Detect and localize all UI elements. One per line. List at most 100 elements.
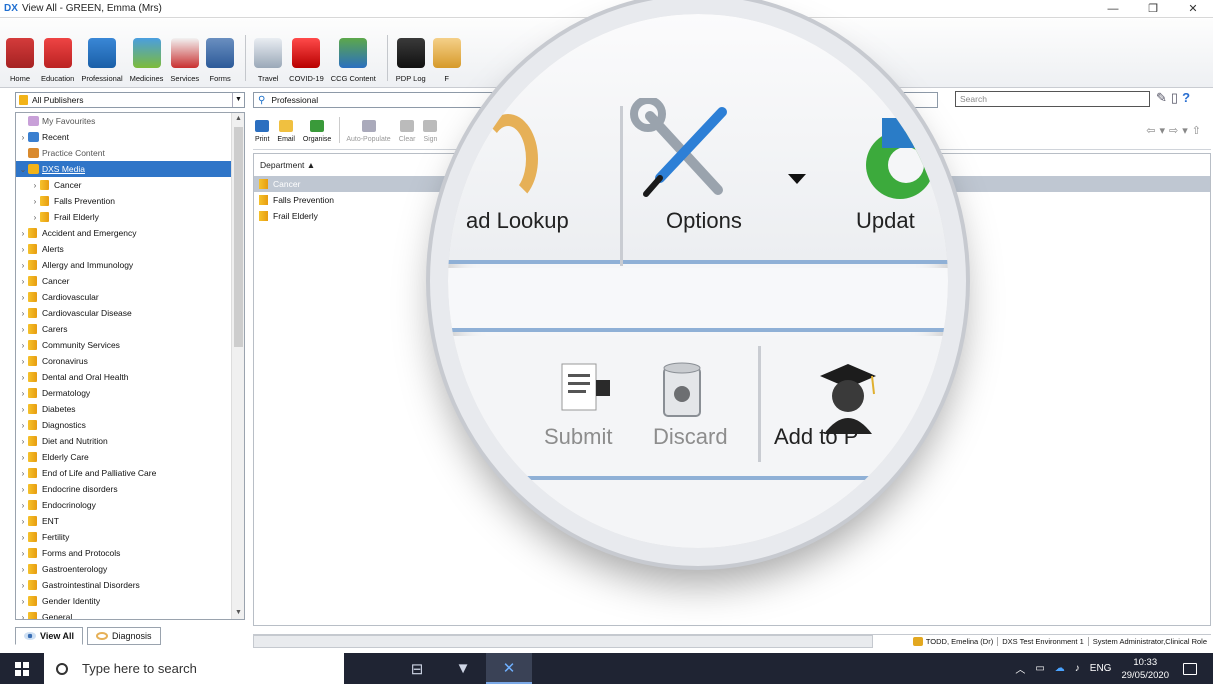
bookmark-icon[interactable]: ✎ <box>1156 90 1167 106</box>
tree-item[interactable]: › Frail Elderly <box>16 209 244 225</box>
expand-arrow-icon[interactable]: › <box>30 213 40 222</box>
up-arrow-icon[interactable]: ⇧ <box>1192 125 1205 137</box>
language-indicator[interactable]: ENG <box>1090 663 1112 674</box>
tree-item[interactable]: › Elderly Care <box>16 449 244 465</box>
tree-item[interactable]: › Gastroenterology <box>16 561 244 577</box>
tree-item[interactable]: › Alerts <box>16 241 244 257</box>
expand-arrow-icon[interactable]: › <box>30 181 40 190</box>
tree-item[interactable]: › Cardiovascular Disease <box>16 305 244 321</box>
minimize-button[interactable]: — <box>1093 0 1133 18</box>
tree-item[interactable]: › Fertility <box>16 529 244 545</box>
toolbar-forms-button[interactable]: Forms <box>206 38 235 87</box>
expand-arrow-icon[interactable]: › <box>18 565 28 574</box>
expand-arrow-icon[interactable]: › <box>18 261 28 270</box>
task-view-icon[interactable]: ⊟ <box>394 653 440 684</box>
tree-item[interactable]: › Dental and Oral Health <box>16 369 244 385</box>
auto-populate-button[interactable]: Auto-Populate <box>346 120 391 149</box>
chevron-down-icon[interactable]: ▼ <box>232 93 244 107</box>
clock[interactable]: 10:33 29/05/2020 <box>1121 656 1169 682</box>
tree-item[interactable]: › General <box>16 609 244 620</box>
toolbar-education-button[interactable]: Education <box>41 38 74 87</box>
tree-item[interactable]: › Gastrointestinal Disorders <box>16 577 244 593</box>
expand-arrow-icon[interactable]: › <box>18 501 28 510</box>
options-dropdown-icon[interactable] <box>788 174 806 184</box>
expand-arrow-icon[interactable]: ⌄ <box>18 165 28 174</box>
tree-item[interactable]: › Allergy and Immunology <box>16 257 244 273</box>
toolbar-services-button[interactable]: Services <box>170 38 199 87</box>
tree-item[interactable]: › Carers <box>16 321 244 337</box>
expand-arrow-icon[interactable]: › <box>18 373 28 382</box>
dxs-taskbar-icon[interactable]: ✕ <box>486 653 532 684</box>
tray-expand-icon[interactable]: ︿ <box>1015 661 1025 676</box>
tab-view-all[interactable]: View All <box>15 627 84 645</box>
expand-arrow-icon[interactable]: › <box>18 309 28 318</box>
tree-item[interactable]: › Diet and Nutrition <box>16 433 244 449</box>
tree-item[interactable]: › Coronavirus <box>16 353 244 369</box>
magnified-options-label[interactable]: Options <box>666 208 742 234</box>
expand-arrow-icon[interactable]: › <box>18 389 28 398</box>
close-button[interactable]: ✕ <box>1173 0 1213 18</box>
forward-arrow-icon[interactable]: ⇨▾ <box>1169 125 1192 137</box>
volume-icon[interactable]: ♪ <box>1075 663 1080 674</box>
toolbar-medicines-button[interactable]: Medicines <box>130 38 163 87</box>
expand-arrow-icon[interactable]: › <box>18 229 28 238</box>
sign-button[interactable]: Sign <box>423 120 437 149</box>
toolbar-ccg-content-button[interactable]: CCG Content <box>331 38 376 87</box>
tree-scrollbar[interactable]: ▲ ▼ <box>231 113 244 619</box>
expand-arrow-icon[interactable]: › <box>18 293 28 302</box>
toolbar-professional-button[interactable]: Professional <box>81 38 123 87</box>
tree-item[interactable]: › Accident and Emergency <box>16 225 244 241</box>
tree-item[interactable]: › Endocrinology <box>16 497 244 513</box>
notification-icon[interactable] <box>1183 662 1197 675</box>
publisher-select[interactable]: All Publishers ▼ <box>15 92 245 108</box>
tree-item[interactable]: › End of Life and Palliative Care <box>16 465 244 481</box>
back-arrow-icon[interactable]: ⇦▾ <box>1146 125 1169 137</box>
expand-arrow-icon[interactable]: › <box>18 405 28 414</box>
expand-arrow-icon[interactable]: › <box>18 453 28 462</box>
expand-arrow-icon[interactable]: › <box>18 613 28 620</box>
start-button[interactable] <box>0 653 44 684</box>
print-button[interactable]: Print <box>255 120 269 149</box>
tree-item[interactable]: › Cardiovascular <box>16 289 244 305</box>
expand-arrow-icon[interactable]: › <box>18 133 28 142</box>
expand-arrow-icon[interactable]: › <box>18 357 28 366</box>
toolbar-home-button[interactable]: Home <box>6 38 34 87</box>
help-icon[interactable]: ? <box>1182 90 1190 106</box>
expand-arrow-icon[interactable]: › <box>30 197 40 206</box>
tree-item[interactable]: › Falls Prevention <box>16 193 244 209</box>
scroll-up-icon[interactable]: ▲ <box>232 113 244 125</box>
expand-arrow-icon[interactable]: › <box>18 485 28 494</box>
expand-arrow-icon[interactable]: › <box>18 341 28 350</box>
toolbar-travel-button[interactable]: Travel <box>254 38 283 87</box>
toolbar-covid-19-button[interactable]: COVID-19 <box>289 38 324 87</box>
tree-item[interactable]: › Gender Identity <box>16 593 244 609</box>
taskbar-search[interactable]: Type here to search <box>44 653 344 684</box>
tree-item[interactable]: Practice Content <box>16 145 244 161</box>
network-icon[interactable]: ▭ <box>1035 663 1044 674</box>
tree-item[interactable]: › ENT <box>16 513 244 529</box>
expand-arrow-icon[interactable]: › <box>18 517 28 526</box>
document-icon[interactable]: ▯ <box>1171 90 1178 106</box>
tree-item[interactable]: › Recent <box>16 129 244 145</box>
tree-item[interactable]: › Cancer <box>16 177 244 193</box>
tab-diagnosis[interactable]: Diagnosis <box>87 627 161 645</box>
email-button[interactable]: Email <box>277 120 295 149</box>
expand-arrow-icon[interactable]: › <box>18 469 28 478</box>
tree-item[interactable]: › Dermatology <box>16 385 244 401</box>
tree-item[interactable]: › Forms and Protocols <box>16 545 244 561</box>
tree-item[interactable]: ⌄ DXS Media <box>16 161 231 177</box>
expand-arrow-icon[interactable]: › <box>18 437 28 446</box>
onedrive-icon[interactable]: ☁ <box>1055 663 1065 674</box>
tree-item[interactable]: › Diabetes <box>16 401 244 417</box>
expand-arrow-icon[interactable]: › <box>18 421 28 430</box>
funnel-app-icon[interactable]: ▼ <box>440 653 486 684</box>
organise-button[interactable]: Organise <box>303 120 331 149</box>
scroll-down-icon[interactable]: ▼ <box>232 607 244 619</box>
scroll-thumb[interactable] <box>234 127 243 347</box>
search-input[interactable]: Search <box>955 91 1150 107</box>
expand-arrow-icon[interactable]: › <box>18 597 28 606</box>
expand-arrow-icon[interactable]: › <box>18 533 28 542</box>
expand-arrow-icon[interactable]: › <box>18 277 28 286</box>
tree-item[interactable]: › Diagnostics <box>16 417 244 433</box>
expand-arrow-icon[interactable]: › <box>18 549 28 558</box>
